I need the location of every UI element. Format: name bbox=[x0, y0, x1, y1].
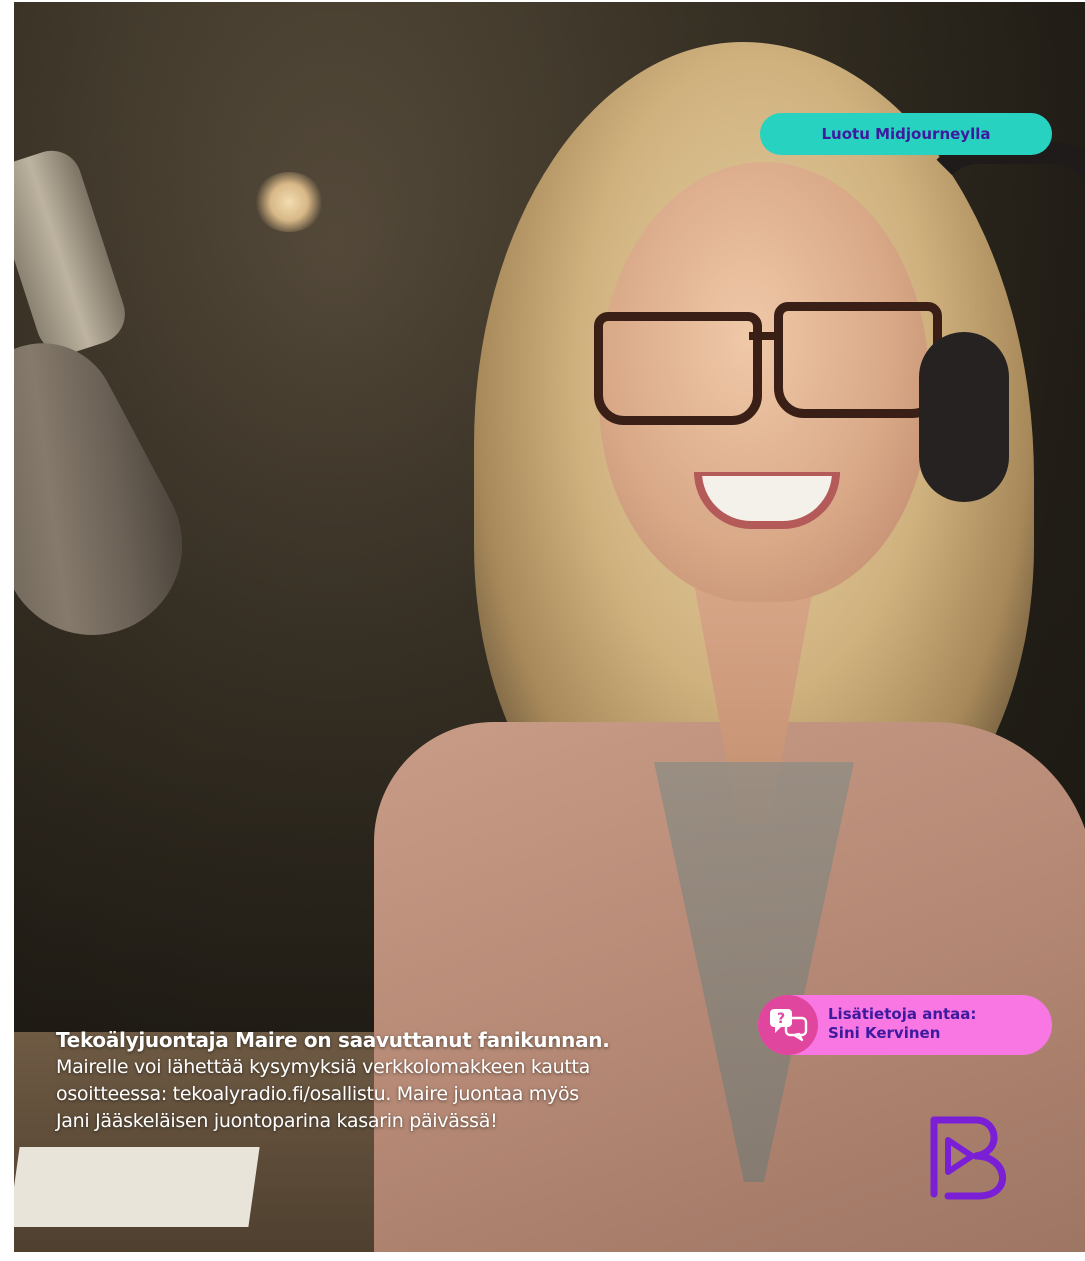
badge-label: Luotu Midjourneylla bbox=[821, 125, 991, 143]
contact-person: Sini Kervinen bbox=[828, 1024, 941, 1042]
contact-pill[interactable]: ? Lisätietoja antaa: Sini Kervinen bbox=[758, 995, 1052, 1055]
brand-logo-icon bbox=[930, 1116, 1007, 1200]
caption-line-3: Jani Jääskeläisen juontoparina kasarin p… bbox=[56, 1110, 498, 1132]
glasses-bridge bbox=[749, 332, 779, 340]
image-caption: Tekoälyjuontaja Maire on saavuttanut fan… bbox=[56, 1027, 736, 1135]
headphones-earcup bbox=[919, 332, 1009, 502]
svg-text:?: ? bbox=[777, 1011, 785, 1027]
caption-title: Tekoälyjuontaja Maire on saavuttanut fan… bbox=[56, 1028, 610, 1052]
speech-bubbles-question-icon: ? bbox=[758, 995, 818, 1055]
ai-generated-badge: Luotu Midjourneylla bbox=[760, 113, 1052, 155]
caption-line-1: Mairelle voi lähettää kysymyksiä verkkol… bbox=[56, 1056, 591, 1078]
paper-sheet bbox=[14, 1147, 260, 1227]
contact-text: Lisätietoja antaa: Sini Kervinen bbox=[828, 1005, 976, 1043]
glasses-left-lens bbox=[594, 312, 762, 425]
glasses-right-lens bbox=[774, 302, 942, 418]
caption-line-2: osoitteessa: tekoalyradio.fi/osallistu. … bbox=[56, 1083, 579, 1105]
ceiling-light bbox=[254, 172, 324, 232]
contact-label: Lisätietoja antaa: bbox=[828, 1005, 977, 1023]
